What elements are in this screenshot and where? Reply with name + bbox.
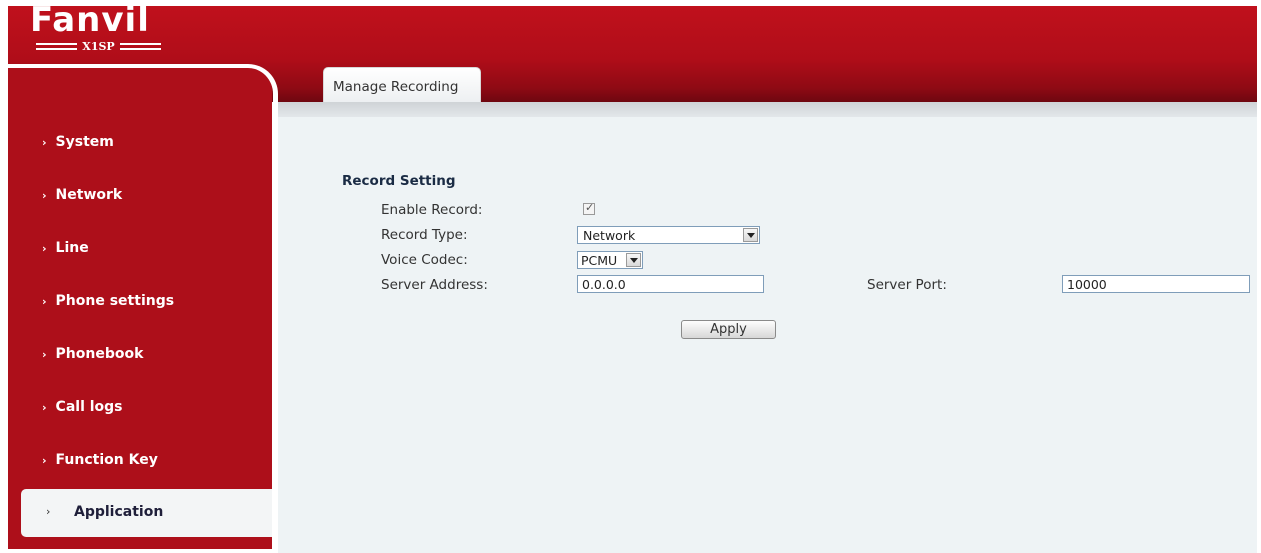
chevron-right-icon: › xyxy=(42,454,47,467)
chevron-right-icon: › xyxy=(42,295,47,308)
sidebar-item-phone-settings[interactable]: › Phone settings xyxy=(42,293,174,313)
sidebar-item-network[interactable]: › Network xyxy=(42,187,122,207)
sidebar-item-line[interactable]: › Line xyxy=(42,240,89,260)
chevron-right-icon: › xyxy=(42,401,47,414)
dropdown-arrow-icon xyxy=(743,228,758,242)
logo-line-right xyxy=(119,42,161,50)
record-type-value: Network xyxy=(583,228,636,243)
voice-codec-label: Voice Codec: xyxy=(381,252,468,268)
chevron-right-icon: › xyxy=(46,505,51,518)
server-port-label: Server Port: xyxy=(867,277,947,293)
sidebar-item-label: Application xyxy=(74,504,164,520)
chevron-right-icon: › xyxy=(42,136,47,149)
section-title: Record Setting xyxy=(342,173,456,189)
sidebar-item-label: Line xyxy=(55,240,89,256)
server-address-label: Server Address: xyxy=(381,277,488,293)
fanvil-logo: Fanvil X1SP xyxy=(30,0,180,60)
apply-button[interactable]: Apply xyxy=(681,320,776,339)
sidebar-item-label: Call logs xyxy=(55,399,123,415)
sidebar-item-label: Phone settings xyxy=(55,293,175,309)
logo-model-text: X1SP xyxy=(82,39,115,53)
checkmark-icon: ✓ xyxy=(585,201,595,214)
sidebar-item-application[interactable]: › Application xyxy=(21,489,272,537)
voice-codec-select[interactable]: PCMU xyxy=(577,251,643,269)
voice-codec-value: PCMU xyxy=(581,253,618,268)
tab-manage-recording[interactable]: Manage Recording xyxy=(323,67,481,104)
sidebar-item-phonebook[interactable]: › Phonebook xyxy=(42,346,143,366)
enable-record-checkbox[interactable]: ✓ xyxy=(583,201,595,215)
chevron-right-icon: › xyxy=(42,242,47,255)
dropdown-arrow-icon xyxy=(626,253,641,267)
enable-record-label: Enable Record: xyxy=(381,202,483,218)
sidebar-item-call-logs[interactable]: › Call logs xyxy=(42,399,123,419)
sidebar-item-label: System xyxy=(55,134,114,150)
server-address-input[interactable]: 0.0.0.0 xyxy=(577,275,764,293)
logo-model-badge: X1SP xyxy=(36,38,161,54)
sidebar-item-function-key[interactable]: › Function Key xyxy=(42,452,158,472)
sidebar-item-label: Network xyxy=(55,187,123,203)
sidebar-item-system[interactable]: › System xyxy=(42,134,114,154)
sidebar-item-label: Function Key xyxy=(55,452,158,468)
sidebar-item-label: Phonebook xyxy=(55,346,144,362)
logo-wordmark: Fanvil xyxy=(30,0,150,40)
logo-line-left xyxy=(36,42,78,50)
chevron-right-icon: › xyxy=(42,348,47,361)
chevron-right-icon: › xyxy=(42,189,47,202)
tab-bar-underline xyxy=(278,102,1257,117)
record-type-label: Record Type: xyxy=(381,227,468,243)
record-type-select[interactable]: Network xyxy=(577,226,760,244)
tab-label: Manage Recording xyxy=(333,79,459,95)
server-port-input[interactable]: 10000 xyxy=(1062,275,1250,293)
